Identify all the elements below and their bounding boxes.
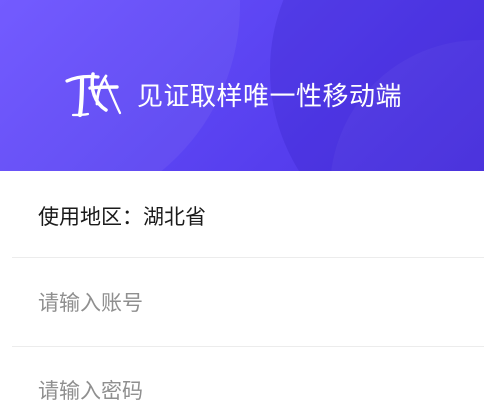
app-title: 见证取样唯一性移动端 [137, 82, 403, 112]
account-input[interactable] [38, 288, 458, 318]
account-row [12, 258, 484, 347]
region-row[interactable]: 使用地区：湖北省 [12, 171, 484, 258]
region-label: 使用地区： [38, 205, 143, 229]
zk-logo-icon [65, 72, 122, 118]
login-form: 使用地区：湖北省 [0, 171, 484, 414]
region-text: 使用地区：湖北省 [38, 203, 206, 231]
app-logo [60, 66, 126, 126]
login-page: 见证取样唯一性移动端 使用地区：湖北省 [0, 0, 484, 414]
password-input[interactable] [38, 376, 458, 406]
region-value: 湖北省 [143, 205, 206, 229]
header-banner: 见证取样唯一性移动端 [0, 0, 484, 171]
password-row [12, 347, 484, 414]
